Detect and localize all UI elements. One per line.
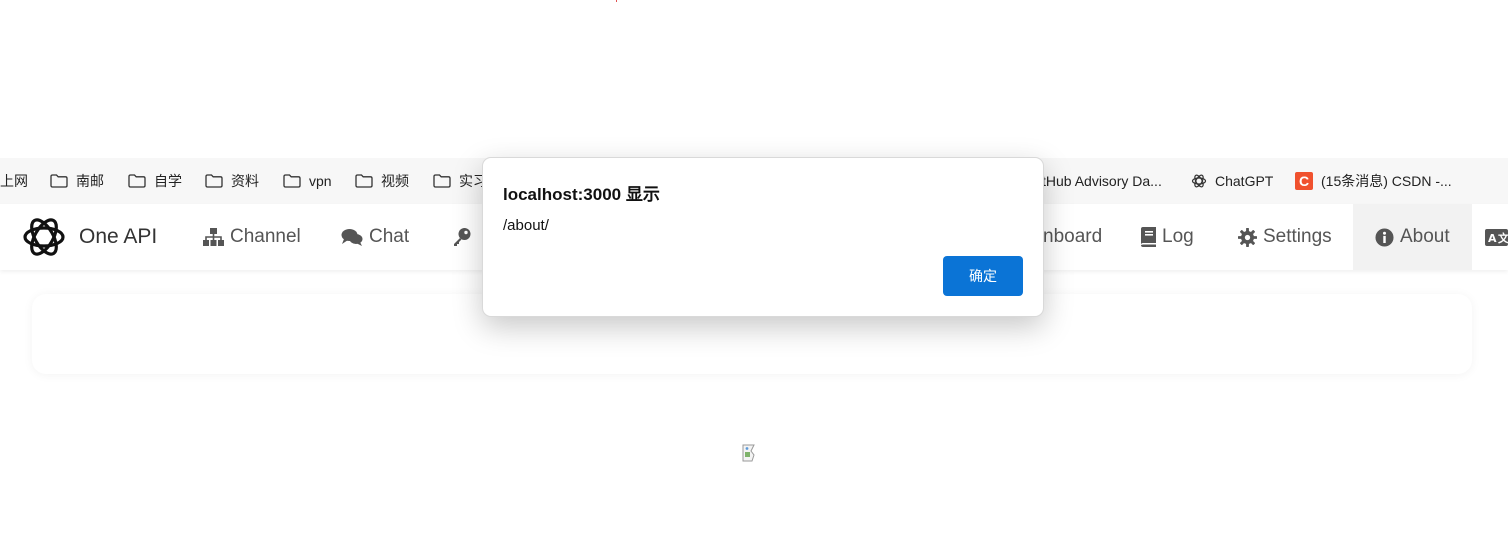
bookmark-folder-ziliao[interactable]: 资料	[205, 158, 259, 204]
nav-label: nboard	[1043, 226, 1103, 247]
bookmark-folder-nanyou[interactable]: 南邮	[50, 158, 104, 204]
key-icon	[454, 228, 471, 246]
dialog-title: localhost:3000 显示	[503, 185, 660, 204]
bookmark-csdn[interactable]: C (15条消息) CSDN -...	[1295, 158, 1452, 204]
bookmark-label: ChatGPT	[1215, 173, 1274, 189]
bookmark-label: tHub Advisory Da...	[1042, 173, 1162, 189]
bookmark-folder-shixi[interactable]: 实习	[433, 158, 487, 204]
language-icon: A 文	[1485, 228, 1508, 246]
openai-icon	[1191, 174, 1207, 188]
bookmark-github-advisory[interactable]: tHub Advisory Da...	[1042, 158, 1162, 204]
bookmark-label: 南邮	[76, 173, 104, 189]
info-icon	[1375, 227, 1394, 247]
svg-text:文: 文	[1498, 231, 1508, 245]
bookmark-folder-vpn[interactable]: vpn	[283, 158, 332, 204]
nav-about[interactable]: About	[1353, 204, 1472, 270]
bookmark-label: vpn	[309, 173, 332, 189]
nav-settings[interactable]: Settings	[1238, 204, 1332, 270]
chat-icon	[341, 229, 363, 246]
folder-icon	[355, 174, 373, 188]
bookmark-label: 资料	[231, 173, 259, 189]
bookmark-label: 自学	[154, 173, 182, 189]
bookmark-label: 视频	[381, 173, 409, 189]
svg-text:A: A	[1488, 232, 1497, 245]
brand-name[interactable]: One API	[79, 204, 157, 270]
folder-icon	[205, 174, 223, 188]
gear-icon	[1238, 227, 1257, 247]
bookmark-chatgpt[interactable]: ChatGPT	[1191, 158, 1273, 204]
alert-dialog: localhost:3000 显示 /about/ 确定	[482, 157, 1044, 317]
ok-button[interactable]: 确定	[943, 256, 1023, 296]
nav-token[interactable]	[452, 204, 478, 270]
bookmark-label: 上网	[0, 173, 28, 189]
openai-logo-icon[interactable]	[21, 214, 67, 260]
nav-dashboard[interactable]: nboard	[1043, 204, 1102, 270]
folder-icon	[283, 174, 301, 188]
nav-channel[interactable]: Channel	[203, 204, 301, 270]
nav-language[interactable]: A 文	[1485, 204, 1508, 270]
stray-pixel	[616, 0, 617, 2]
sitemap-icon	[203, 228, 224, 246]
nav-label: Log	[1162, 226, 1194, 247]
bookmark-label: (15条消息) CSDN -...	[1321, 173, 1452, 189]
folder-icon	[128, 174, 146, 188]
nav-log[interactable]: Log	[1140, 204, 1194, 270]
broken-image-icon	[742, 444, 755, 462]
bookmark-folder-shipin[interactable]: 视频	[355, 158, 409, 204]
nav-label: Chat	[369, 226, 410, 247]
bookmark-item[interactable]: 上网	[0, 158, 28, 204]
browser-page: 上网 南邮 自学 资料 vpn 视频 实习 tHub Advisory Da..…	[0, 0, 1508, 554]
dialog-message: /about/	[503, 217, 549, 234]
nav-label: Settings	[1263, 226, 1332, 247]
folder-icon	[50, 174, 68, 188]
nav-label: Channel	[230, 226, 301, 247]
book-icon	[1141, 227, 1156, 247]
folder-icon	[433, 174, 451, 188]
bookmark-folder-zixue[interactable]: 自学	[128, 158, 182, 204]
csdn-icon: C	[1295, 172, 1313, 190]
nav-chat[interactable]: Chat	[341, 204, 409, 270]
nav-label: About	[1400, 226, 1450, 247]
